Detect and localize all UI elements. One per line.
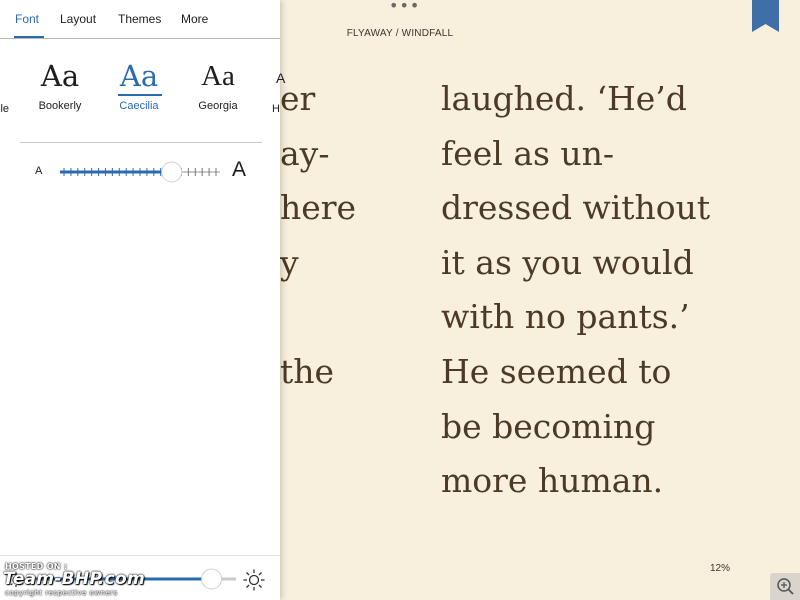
font-size-slider[interactable] xyxy=(60,160,220,184)
text-line: dressed without xyxy=(441,188,711,228)
section-divider xyxy=(20,142,262,143)
font-size-small-label: A xyxy=(35,165,43,177)
right-page-text: laughed. ‘He’d feel as un- dressed witho… xyxy=(441,72,781,509)
font-option-partial-right-label[interactable]: H xyxy=(272,103,280,115)
tab-more[interactable]: More xyxy=(181,12,208,26)
slider-knob xyxy=(201,568,223,590)
sun-small-icon xyxy=(9,573,23,587)
text-line: feel as un- xyxy=(441,133,615,173)
text-line: more human. xyxy=(441,461,664,501)
reading-progress: 12% xyxy=(709,563,730,574)
font-option-bookerly[interactable]: Aa Bookerly xyxy=(25,58,95,112)
font-option-georgia[interactable]: Aa Georgia xyxy=(183,58,253,112)
settings-tabs: Font Layout Themes More xyxy=(0,0,280,39)
text-line: He seemed to xyxy=(441,351,672,391)
active-tab-indicator xyxy=(14,36,44,38)
font-label: Georgia xyxy=(198,100,238,112)
menu-dots-indicator[interactable]: ••• xyxy=(389,0,419,14)
tab-layout[interactable]: Layout xyxy=(60,12,96,26)
font-sample: Aa xyxy=(119,59,159,93)
brightness-bar xyxy=(0,555,280,600)
text-line: the xyxy=(280,351,335,391)
bookmark-ribbon-icon[interactable] xyxy=(752,0,779,32)
text-line xyxy=(280,290,400,345)
font-label: Caecilia xyxy=(119,100,159,112)
zoom-in-icon xyxy=(777,578,794,595)
font-label: Bookerly xyxy=(38,100,82,112)
book-title: FLYAWAY / WINDFALL xyxy=(346,28,454,39)
font-sample: Aa xyxy=(40,59,80,93)
slider-knob xyxy=(161,161,183,183)
left-page-text: er ay- here y the xyxy=(280,72,400,400)
text-line: it as you would xyxy=(441,242,694,282)
font-option-partial-right-sample[interactable]: A xyxy=(276,70,285,86)
zoom-button[interactable] xyxy=(770,573,800,600)
brightness-slider[interactable] xyxy=(36,568,236,590)
sun-large-icon xyxy=(243,569,265,591)
selected-font-indicator xyxy=(118,94,162,96)
display-settings-panel: Font Layout Themes More lle Aa Bookerly … xyxy=(0,0,285,600)
font-option-caecilia[interactable]: Aa Caecilia xyxy=(104,58,174,112)
text-line: be becoming xyxy=(441,406,656,446)
font-sample: Aa xyxy=(201,60,235,92)
text-line: laughed. ‘He’d xyxy=(441,79,687,118)
text-line: er xyxy=(280,79,316,118)
tab-font[interactable]: Font xyxy=(15,12,39,26)
text-line: y xyxy=(280,242,299,282)
font-size-large-label: A xyxy=(232,158,247,181)
text-line: with no pants.’ xyxy=(441,297,690,337)
font-option-partial-left-label[interactable]: lle xyxy=(0,103,9,115)
text-line: ay- xyxy=(280,133,330,173)
text-line: here xyxy=(280,188,357,228)
tab-themes[interactable]: Themes xyxy=(118,12,161,26)
